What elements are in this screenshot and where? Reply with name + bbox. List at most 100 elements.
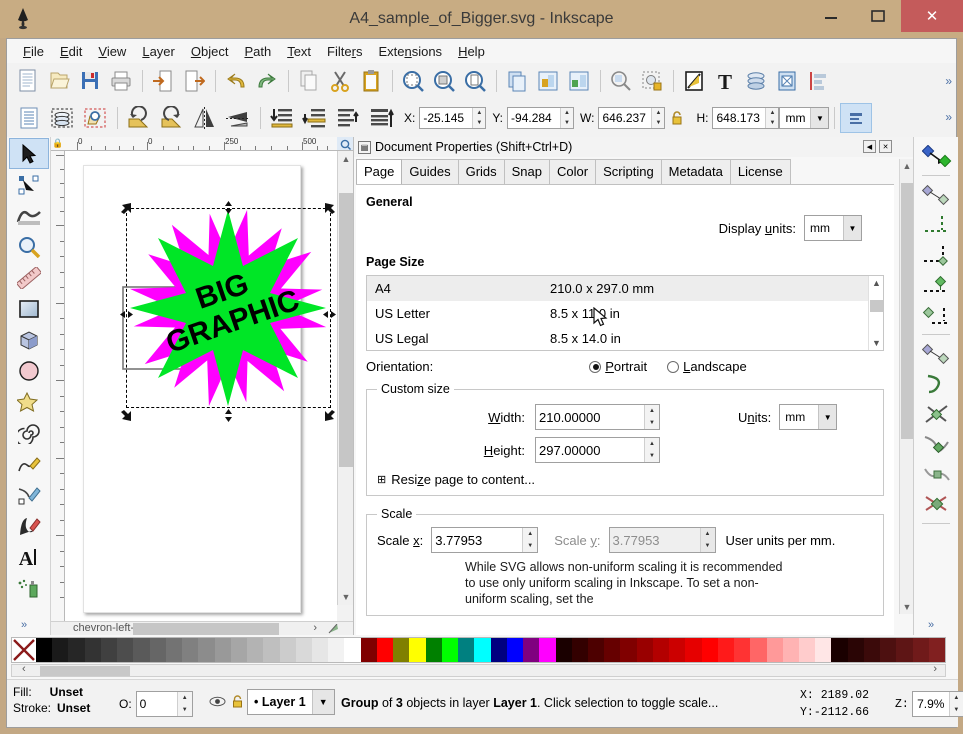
resize-page-expander[interactable]: ⊞ Resize page to content... — [377, 472, 873, 487]
fill-stroke-indicator[interactable]: Fill:Unset Stroke:Unset — [13, 684, 90, 716]
width-stepper[interactable]: ▲▼ — [644, 405, 659, 429]
palette-swatch[interactable] — [458, 638, 474, 662]
selector-tool-icon[interactable] — [9, 138, 49, 169]
zoom-corner-icon[interactable] — [337, 137, 353, 151]
palette-swatch[interactable] — [669, 638, 685, 662]
palette-swatch[interactable] — [831, 638, 847, 662]
zoom-spinbox[interactable]: ▲▼ — [912, 691, 963, 717]
palette-swatch[interactable] — [913, 638, 929, 662]
palette-swatches[interactable] — [11, 637, 946, 663]
y-stepper[interactable]: ▲▼ — [560, 108, 573, 128]
palette-swatch[interactable] — [36, 638, 52, 662]
y-spinbox[interactable]: ▲▼ — [507, 107, 574, 129]
close-button[interactable]: ✕ — [901, 0, 963, 32]
opacity-control[interactable]: O: ▲▼ — [119, 691, 193, 717]
snapbar-overflow[interactable]: » — [928, 619, 934, 631]
chevron-up-icon[interactable]: ▲ — [338, 151, 354, 167]
scrollbar-thumb[interactable] — [339, 193, 353, 467]
display-units-dropdown[interactable]: mm ▼ — [804, 215, 862, 241]
cut-icon[interactable] — [325, 66, 355, 96]
snap-nodes-icon[interactable] — [916, 339, 957, 369]
big-graphic-artwork[interactable]: BIG GRAPHIC — [121, 201, 336, 416]
chevron-up-icon[interactable]: ▲ — [900, 161, 914, 171]
rectangle-tool-icon[interactable] — [9, 293, 49, 324]
h-spinbox[interactable]: ▲▼ — [712, 107, 779, 129]
x-input[interactable] — [420, 108, 472, 128]
snap-cusp-node-icon[interactable] — [916, 429, 957, 459]
palette-swatch[interactable] — [685, 638, 701, 662]
tab-snap[interactable]: Snap — [504, 159, 550, 184]
selection-handle-icon[interactable] — [222, 409, 235, 422]
chevron-right-icon[interactable]: › — [933, 663, 937, 675]
custom-units-dropdown[interactable]: mm ▼ — [779, 404, 837, 430]
palette-swatch[interactable] — [539, 638, 555, 662]
y-input[interactable] — [508, 108, 560, 128]
menu-filters[interactable]: Filters — [319, 42, 370, 61]
selection-handle-icon[interactable] — [120, 202, 133, 215]
selection-handle-icon[interactable] — [323, 409, 336, 422]
chevron-down-icon[interactable]: ▼ — [843, 216, 861, 240]
palette-swatch[interactable] — [393, 638, 409, 662]
pencil-tool-icon[interactable] — [9, 448, 49, 479]
node-tool-icon[interactable] — [9, 169, 49, 200]
palette-swatch[interactable] — [426, 638, 442, 662]
dialog-collapse-button[interactable]: ◀ — [863, 140, 876, 153]
page-size-list[interactable]: A4 210.0 x 297.0 mm US Letter 8.5 x 11.0… — [366, 275, 884, 351]
menu-text[interactable]: Text — [279, 42, 319, 61]
spiral-tool-icon[interactable] — [9, 417, 49, 448]
layer-lock-icon[interactable] — [231, 694, 244, 712]
selection-handle-icon[interactable] — [120, 308, 133, 321]
palette-swatch[interactable] — [52, 638, 68, 662]
snap-bbox-edge-midpoint-icon[interactable] — [916, 270, 957, 300]
opacity-spinbox[interactable]: ▲▼ — [136, 691, 193, 717]
ellipse-tool-icon[interactable] — [9, 355, 49, 386]
scale-x-stepper[interactable]: ▲▼ — [522, 528, 537, 552]
rotation-center-icon[interactable] — [328, 624, 339, 634]
snap-smooth-node-icon[interactable] — [916, 459, 957, 489]
snap-bounding-box-icon[interactable] — [916, 180, 957, 210]
document-properties-icon[interactable] — [772, 66, 802, 96]
fill-stroke-icon[interactable] — [679, 66, 709, 96]
page-size-row-a4[interactable]: A4 210.0 x 297.0 mm — [367, 276, 883, 301]
drawing-canvas[interactable]: BIG GRAPHIC — [65, 151, 337, 621]
palette-swatch[interactable] — [296, 638, 312, 662]
command-toolbar-overflow[interactable]: » — [945, 74, 952, 88]
palette-swatch[interactable] — [117, 638, 133, 662]
palette-swatch[interactable] — [588, 638, 604, 662]
menu-layer[interactable]: Layer — [134, 42, 183, 61]
width-spinbox[interactable]: ▲▼ — [535, 404, 660, 430]
height-spinbox[interactable]: ▲▼ — [535, 437, 660, 463]
menu-path[interactable]: Path — [236, 42, 279, 61]
eye-icon[interactable] — [209, 695, 226, 711]
palette-swatch[interactable] — [604, 638, 620, 662]
chevron-down-icon[interactable]: ▼ — [338, 589, 354, 605]
palette-swatch[interactable] — [474, 638, 490, 662]
xml-editor-icon[interactable] — [606, 66, 636, 96]
palette-swatch[interactable] — [442, 638, 458, 662]
canvas-vertical-scrollbar[interactable]: ▲ ▼ — [337, 151, 353, 605]
print-icon[interactable] — [106, 66, 136, 96]
snap-path-intersection-icon[interactable] — [916, 399, 957, 429]
snap-bbox-edge-icon[interactable] — [916, 210, 957, 240]
h-stepper[interactable]: ▲▼ — [765, 108, 778, 128]
raise-icon[interactable] — [332, 102, 364, 134]
text-tool-icon[interactable]: A — [9, 541, 49, 572]
star-tool-icon[interactable] — [9, 386, 49, 417]
copy-icon[interactable] — [294, 66, 324, 96]
zoom-selection-icon[interactable] — [398, 66, 428, 96]
palette-swatch[interactable] — [718, 638, 734, 662]
palette-swatch[interactable] — [247, 638, 263, 662]
import-icon[interactable] — [148, 66, 178, 96]
selection-handle-icon[interactable] — [222, 201, 235, 214]
deselect-icon[interactable] — [79, 102, 111, 134]
chevron-down-icon[interactable]: ▼ — [869, 338, 884, 348]
rotate-ccw-icon[interactable] — [123, 102, 155, 134]
page-size-row-us-legal[interactable]: US Legal 8.5 x 14.0 in — [367, 326, 883, 351]
layers-icon[interactable] — [741, 66, 771, 96]
palette-swatch[interactable] — [344, 638, 360, 662]
affect-stroke-icon[interactable] — [840, 103, 872, 133]
chevron-down-icon[interactable]: ▼ — [810, 108, 828, 128]
palette-swatch[interactable] — [637, 638, 653, 662]
tab-color[interactable]: Color — [549, 159, 596, 184]
no-color-icon[interactable] — [12, 638, 36, 662]
